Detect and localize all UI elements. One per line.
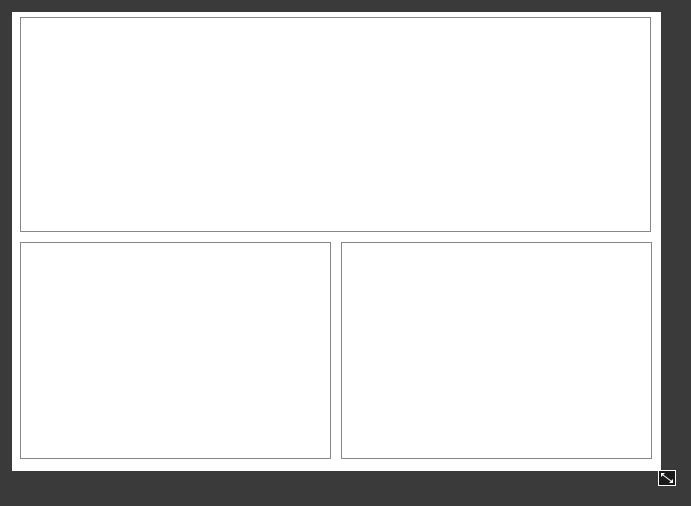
panel-bottom-left[interactable] — [20, 242, 331, 459]
resize-diagonal-icon — [660, 472, 674, 484]
panel-top[interactable] — [20, 17, 651, 232]
panel-bottom-right[interactable] — [341, 242, 652, 459]
content-area — [12, 12, 661, 471]
resize-handle[interactable] — [658, 470, 676, 486]
